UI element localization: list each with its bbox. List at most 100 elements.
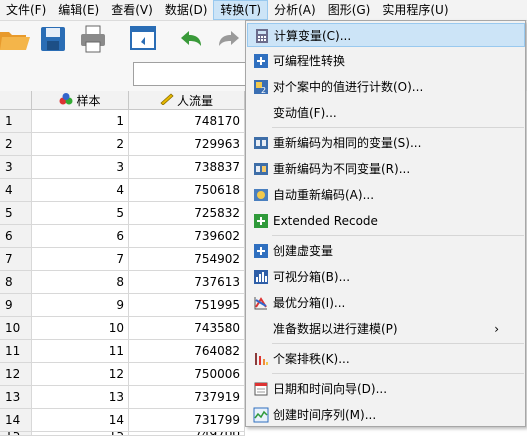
menu-item-count-values[interactable]: 2 对个案中的值进行计数(O)... xyxy=(247,75,525,99)
optimal-binning-icon xyxy=(253,295,269,311)
transform-menu: 计算变量(C)... 可编程性转换 2 对个案中的值进行计数(O)... 变动值… xyxy=(245,20,526,427)
redo-icon[interactable] xyxy=(215,24,245,54)
cell-sample[interactable]: 4 xyxy=(32,179,129,202)
cell-sample[interactable]: 5 xyxy=(32,202,129,225)
cell-flow[interactable]: 737919 xyxy=(129,386,245,409)
menu-item-visual-binning[interactable]: 可视分箱(B)... xyxy=(247,265,525,289)
print-icon[interactable] xyxy=(78,24,108,54)
cell-flow[interactable]: 750618 xyxy=(129,179,245,202)
row-number[interactable]: 5 xyxy=(0,202,32,225)
menu-edit[interactable]: 编辑(E) xyxy=(52,0,105,20)
cell-flow[interactable]: 739602 xyxy=(129,225,245,248)
nominal-icon xyxy=(59,92,73,108)
row-number[interactable]: 12 xyxy=(0,363,32,386)
menu-item-compute-variable[interactable]: 计算变量(C)... xyxy=(247,23,525,47)
row-number[interactable]: 2 xyxy=(0,133,32,156)
submenu-arrow-icon: › xyxy=(494,322,499,336)
menu-item-label: 日期和时间向导(D)... xyxy=(273,382,388,396)
cell-sample[interactable]: 3 xyxy=(32,156,129,179)
cell-flow[interactable]: 725832 xyxy=(129,202,245,225)
row-number[interactable]: 6 xyxy=(0,225,32,248)
calculator-icon xyxy=(254,28,270,44)
row-number[interactable]: 11 xyxy=(0,340,32,363)
menu-data[interactable]: 数据(D) xyxy=(159,0,214,20)
row-number[interactable]: 14 xyxy=(0,409,32,432)
cell-flow[interactable]: 749700 xyxy=(129,432,245,436)
menu-item-date-time-wizard[interactable]: 日期和时间向导(D)... xyxy=(247,377,525,401)
cell-sample[interactable]: 10 xyxy=(32,317,129,340)
cell-flow[interactable]: 754902 xyxy=(129,248,245,271)
cell-sample[interactable]: 15 xyxy=(32,432,129,436)
menu-separator xyxy=(272,235,524,236)
cell-sample[interactable]: 14 xyxy=(32,409,129,432)
menu-item-optimal-binning[interactable]: 最优分箱(I)... xyxy=(247,291,525,315)
menu-item-prepare-data-for-modeling[interactable]: 准备数据以进行建模(P) › xyxy=(247,317,525,341)
cell-flow[interactable]: 731799 xyxy=(129,409,245,432)
cell-flow[interactable]: 743580 xyxy=(129,317,245,340)
auto-recode-icon xyxy=(253,187,269,203)
cell-sample[interactable]: 11 xyxy=(32,340,129,363)
menu-item-extended-recode[interactable]: Extended Recode xyxy=(247,209,525,233)
menu-analyze[interactable]: 分析(A) xyxy=(268,0,322,20)
row-number[interactable]: 1 xyxy=(0,110,32,133)
cell-sample[interactable]: 13 xyxy=(32,386,129,409)
plus-box-icon xyxy=(253,53,269,69)
cell-sample[interactable]: 9 xyxy=(32,294,129,317)
cell-flow[interactable]: 748170 xyxy=(129,110,245,133)
menu-item-create-dummy-variables[interactable]: 创建虚变量 xyxy=(247,239,525,263)
calendar-icon xyxy=(253,381,269,397)
menu-file[interactable]: 文件(F) xyxy=(0,0,52,20)
dialog-recall-icon[interactable] xyxy=(128,24,158,54)
time-series-icon xyxy=(253,407,269,423)
cell-sample[interactable]: 6 xyxy=(32,225,129,248)
cell-sample[interactable]: 1 xyxy=(32,110,129,133)
cell-sample[interactable]: 2 xyxy=(32,133,129,156)
menu-item-recode-same[interactable]: 重新编码为相同的变量(S)... xyxy=(247,131,525,155)
menu-item-label: 创建时间序列(M)... xyxy=(273,408,377,422)
open-folder-icon[interactable] xyxy=(0,24,30,54)
menu-item-programmability-transform[interactable]: 可编程性转换 xyxy=(247,49,525,73)
cell-sample[interactable]: 8 xyxy=(32,271,129,294)
column-header-sample[interactable]: 样本 xyxy=(32,91,129,110)
row-number[interactable]: 10 xyxy=(0,317,32,340)
cell-flow[interactable]: 737613 xyxy=(129,271,245,294)
menu-item-recode-different[interactable]: 重新编码为不同变量(R)... xyxy=(247,157,525,181)
row-number[interactable]: 4 xyxy=(0,179,32,202)
menu-item-automatic-recode[interactable]: 自动重新编码(A)... xyxy=(247,183,525,207)
cell-value-input[interactable] xyxy=(133,62,255,86)
cell-flow[interactable]: 751995 xyxy=(129,294,245,317)
menu-item-label: 重新编码为相同的变量(S)... xyxy=(273,136,422,150)
menubar: 文件(F) 编辑(E) 查看(V) 数据(D) 转换(T) 分析(A) 图形(G… xyxy=(0,0,527,21)
cell-sample[interactable]: 12 xyxy=(32,363,129,386)
row-number[interactable]: 13 xyxy=(0,386,32,409)
menu-separator xyxy=(272,127,524,128)
row-number[interactable]: 9 xyxy=(0,294,32,317)
menu-item-label: 变动值(F)... xyxy=(273,106,337,120)
cell-flow[interactable]: 764082 xyxy=(129,340,245,363)
menu-transform[interactable]: 转换(T) xyxy=(213,0,269,20)
column-header-flow[interactable]: 人流量 xyxy=(129,91,245,110)
menu-view[interactable]: 查看(V) xyxy=(105,0,159,20)
menu-utilities[interactable]: 实用程序(U) xyxy=(376,0,454,20)
svg-text:2: 2 xyxy=(261,86,266,95)
row-number[interactable]: 3 xyxy=(0,156,32,179)
cell-flow[interactable]: 729963 xyxy=(129,133,245,156)
menu-item-label: Extended Recode xyxy=(273,214,378,228)
menu-item-shift-values[interactable]: 变动值(F)... xyxy=(247,101,525,125)
recode-icon xyxy=(253,135,269,151)
menu-item-create-time-series[interactable]: 创建时间序列(M)... xyxy=(247,403,525,427)
plus-box-icon xyxy=(253,243,269,259)
cell-flow[interactable]: 750006 xyxy=(129,363,245,386)
rank-cases-icon xyxy=(253,351,269,367)
menu-item-rank-cases[interactable]: 个案排秩(K)... xyxy=(247,347,525,371)
menu-item-label: 创建虚变量 xyxy=(273,244,334,258)
menu-graphs[interactable]: 图形(G) xyxy=(322,0,377,20)
cell-sample[interactable]: 7 xyxy=(32,248,129,271)
undo-icon[interactable] xyxy=(175,24,205,54)
row-number[interactable]: 8 xyxy=(0,271,32,294)
green-plus-icon xyxy=(253,213,269,229)
row-number[interactable]: 15 xyxy=(0,432,32,436)
save-icon[interactable] xyxy=(38,24,68,54)
cell-flow[interactable]: 738837 xyxy=(129,156,245,179)
row-number[interactable]: 7 xyxy=(0,248,32,271)
